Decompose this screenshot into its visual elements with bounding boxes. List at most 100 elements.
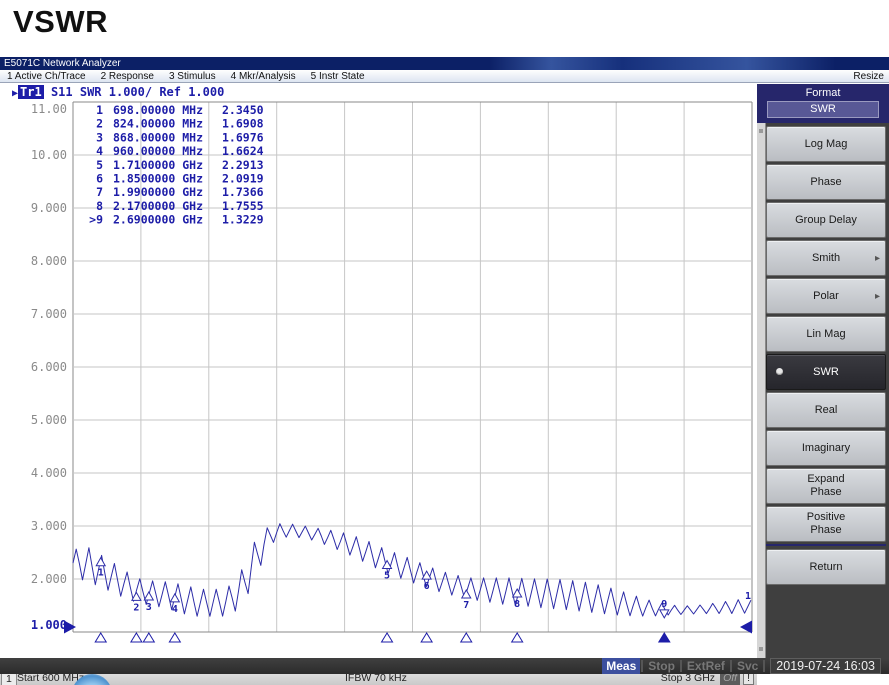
- selected-bullet-icon: [776, 368, 783, 375]
- softkey-polar[interactable]: Polar ▸: [766, 278, 886, 314]
- trace-marker-number: 3: [146, 602, 152, 613]
- softkey-smith[interactable]: Smith▸: [766, 240, 886, 276]
- axis-marker[interactable]: [512, 633, 523, 642]
- y-axis-tick: 8.000: [31, 254, 67, 268]
- menu-item-5[interactable]: 5 Instr State: [311, 70, 365, 83]
- softkey-imaginary[interactable]: Imaginary: [766, 430, 886, 466]
- softkey-divider: [766, 544, 886, 546]
- axis-marker[interactable]: [131, 633, 142, 642]
- softkey-label: Positive: [807, 511, 846, 524]
- softkey-phase[interactable]: Phase: [766, 164, 886, 200]
- axis-marker[interactable]: [382, 633, 393, 642]
- status-separator: [763, 660, 765, 672]
- trace-marker-number: 4: [172, 604, 178, 615]
- marker-row-number: 1: [96, 103, 103, 117]
- scrollbar-notch-icon: [759, 129, 763, 133]
- menu-item-1[interactable]: 1 Active Ch/Trace: [7, 70, 86, 83]
- status-separator: [730, 660, 732, 672]
- trace-marker[interactable]: [513, 589, 522, 597]
- plot-area: 11.0010.009.0008.0007.0006.0005.0004.000…: [0, 84, 757, 643]
- marker-row-value: 1.6624: [222, 144, 264, 158]
- softkey-label: Imaginary: [802, 442, 850, 455]
- trace-marker[interactable]: [383, 561, 392, 569]
- softkey-label: Expand: [807, 473, 844, 486]
- y-axis-tick: 4.000: [31, 466, 67, 480]
- marker-row-frequency: 2.1700000 GHz: [113, 199, 203, 213]
- softkey-current-value: SWR: [767, 101, 879, 118]
- trace-info[interactable]: ▶Tr1 S11 SWR 1.000/ Ref 1.000: [12, 85, 224, 99]
- trace-marker[interactable]: [144, 592, 153, 600]
- softkey-lin-mag[interactable]: Lin Mag: [766, 316, 886, 352]
- y-axis-tick: 1.000: [31, 618, 67, 632]
- softkey-label: Real: [815, 404, 838, 417]
- menu-item-resize[interactable]: Resize: [853, 70, 884, 83]
- softkey-swr[interactable]: SWR: [766, 354, 886, 390]
- marker-row-value: 2.0919: [222, 172, 264, 186]
- axis-marker[interactable]: [95, 633, 106, 642]
- softkey-buttons: Log Mag Phase Group Delay Smith▸ Polar ▸ Lin M…: [766, 126, 886, 587]
- y-axis-tick: 2.000: [31, 572, 67, 586]
- y-axis-tick: 7.000: [31, 307, 67, 321]
- marker-row-number: 3: [96, 130, 103, 144]
- softkey-label: Phase: [810, 176, 841, 189]
- menu-items: 1 Active Ch/Trace 2 Response 3 Stimulus 4 M…: [7, 70, 380, 83]
- marker-row-frequency: 868.00000 MHz: [113, 130, 203, 144]
- window-title-bar[interactable]: E5071C Network Analyzer: [0, 57, 889, 70]
- marker-row-frequency: 1.8500000 GHz: [113, 172, 203, 186]
- softkey-header: Format SWR: [757, 84, 889, 123]
- softkey-label: Phase: [810, 524, 841, 537]
- window-title: E5071C Network Analyzer: [4, 58, 121, 69]
- softkey-label: SWR: [813, 366, 839, 379]
- menu-bar: 1 Active Ch/Trace 2 Response 3 Stimulus 4 M…: [0, 70, 889, 83]
- marker-row-frequency: 960.00000 MHz: [113, 144, 203, 158]
- axis-marker-active[interactable]: [659, 633, 670, 642]
- axis-marker[interactable]: [461, 633, 472, 642]
- trace-badge: Tr1: [18, 85, 44, 99]
- y-axis-tick: 3.000: [31, 519, 67, 533]
- softkey-expand-phase[interactable]: ExpandPhase: [766, 468, 886, 504]
- status-separator: [641, 660, 643, 672]
- menu-item-2[interactable]: 2 Response: [101, 70, 154, 83]
- marker-row-value: 1.7366: [222, 185, 264, 199]
- menu-item-3[interactable]: 3 Stimulus: [169, 70, 216, 83]
- softkey-label: Log Mag: [805, 138, 848, 151]
- softkey-sidebar: Format SWR Log MagPhaseGroup DelaySmith▸…: [757, 84, 889, 658]
- status-extref: ExtRef: [683, 658, 729, 674]
- softkey-group-delay[interactable]: Group Delay: [766, 202, 886, 238]
- y-axis-tick: 9.000: [31, 201, 67, 215]
- axis-marker[interactable]: [421, 633, 432, 642]
- trace-marker[interactable]: [170, 594, 179, 602]
- softkey-label: Return: [809, 561, 842, 574]
- softkey-scrollbar[interactable]: [757, 123, 766, 658]
- softkey-real[interactable]: Real: [766, 392, 886, 428]
- status-svc: Svc: [733, 658, 762, 674]
- axis-marker[interactable]: [143, 633, 154, 642]
- marker-row-value: 1.6976: [222, 130, 264, 144]
- softkey-log-mag[interactable]: Log Mag: [766, 126, 886, 162]
- y-axis-tick: 5.000: [31, 413, 67, 427]
- softkey-return[interactable]: Return: [766, 549, 886, 585]
- trace-marker[interactable]: [132, 592, 141, 600]
- y-axis-tick: 11.00: [31, 102, 67, 116]
- analyzer-window: E5071C Network Analyzer 1 Active Ch/Trac…: [0, 57, 889, 672]
- screen: { "page": { "heading": "VSWR" }, "window…: [0, 0, 889, 685]
- softkey-label: Phase: [810, 486, 841, 499]
- marker-row-frequency: 2.6900000 GHz: [113, 213, 203, 227]
- menu-item-4[interactable]: 4 Mkr/Analysis: [231, 70, 296, 83]
- softkey-label: Lin Mag: [806, 328, 845, 341]
- softkey-positive-phase[interactable]: PositivePhase: [766, 506, 886, 542]
- marker-row-frequency: 1.9900000 GHz: [113, 185, 203, 199]
- softkey-label: Smith: [812, 252, 840, 265]
- y-axis-tick: 6.000: [31, 360, 67, 374]
- softkey-label: Group Delay: [795, 214, 857, 227]
- marker-row-number: >9: [89, 213, 103, 227]
- trace-marker[interactable]: [96, 558, 105, 566]
- axis-marker[interactable]: [169, 633, 180, 642]
- trace-marker-number: 2: [133, 602, 139, 613]
- submenu-arrow-icon: ▸: [875, 290, 880, 303]
- status-datetime: 2019-07-24 16:03: [770, 658, 881, 674]
- trace-info-text: S11 SWR 1.000/ Ref 1.000: [44, 85, 225, 99]
- trace-marker-number: 7: [463, 600, 469, 611]
- softkey-label: Polar: [813, 290, 839, 303]
- marker-row-number: 6: [96, 172, 103, 186]
